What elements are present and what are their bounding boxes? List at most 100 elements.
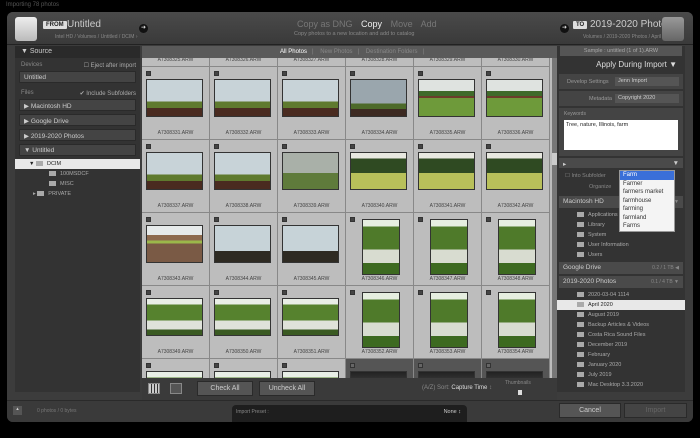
expand-button[interactable]: ▴ (13, 406, 22, 415)
photo-checkbox[interactable] (350, 363, 355, 368)
photo-checkbox[interactable] (350, 144, 355, 149)
folder-100msdcf[interactable]: 100MSDCF (15, 169, 140, 179)
photo-cell[interactable]: A7308328.ARW (346, 58, 414, 67)
photo-thumbnail[interactable] (350, 79, 407, 117)
dest-folder[interactable]: January 2020 (557, 360, 685, 370)
into-subfolder-checkbox[interactable]: ☐ Into Subfolder (565, 173, 606, 179)
destination-header[interactable]: ▸ ▼ (559, 158, 683, 168)
dest-folder[interactable]: Costa Rica Sound Files (557, 330, 685, 340)
photo-thumbnail[interactable] (214, 225, 271, 263)
photo-checkbox[interactable] (486, 71, 491, 76)
photo-cell[interactable]: A7308345.ARW (278, 213, 346, 286)
photo-checkbox[interactable] (350, 71, 355, 76)
grid-view-icon[interactable] (148, 383, 160, 394)
photo-checkbox[interactable] (282, 290, 287, 295)
keyword-suggestion[interactable]: Farm (620, 171, 674, 180)
photo-thumbnail[interactable] (418, 79, 475, 117)
photo-cell[interactable]: A7308348.ARW (482, 213, 550, 286)
photo-cell[interactable]: A7308342.ARW (482, 140, 550, 213)
photo-thumbnail[interactable] (146, 79, 203, 117)
photo-thumbnail[interactable] (146, 225, 203, 263)
dest-folder[interactable]: Mac Desktop 3.3.2020 (557, 380, 685, 390)
photo-checkbox[interactable] (282, 363, 287, 368)
keyword-suggestion[interactable]: Farms (620, 222, 674, 231)
photo-thumbnail[interactable] (282, 298, 339, 336)
photo-thumbnail[interactable] (430, 219, 468, 275)
tab-destination-folders[interactable]: Destination Folders (366, 49, 418, 55)
photo-cell[interactable]: A7308340.ARW (346, 140, 414, 213)
keyword-suggestion[interactable]: farming (620, 205, 674, 214)
photo-checkbox[interactable] (214, 71, 219, 76)
dest-folder[interactable]: Backup Articles & Videos (557, 320, 685, 330)
photo-cell[interactable]: A7308350.ARW (210, 286, 278, 359)
photo-checkbox[interactable] (486, 217, 491, 222)
photo-cell[interactable]: A7308343.ARW (142, 213, 210, 286)
volume-macintosh-hd[interactable]: ▶ Macintosh HD (19, 99, 136, 111)
photo-cell[interactable]: A7308349.ARW (142, 286, 210, 359)
dest-folder[interactable]: 2020-03-04 1114 (557, 290, 685, 300)
source-selector[interactable]: Untitled (67, 19, 101, 30)
photo-thumbnail[interactable] (282, 225, 339, 263)
folder-misc[interactable]: MISC (15, 179, 140, 189)
photo-cell[interactable]: A7308330.ARW (482, 58, 550, 67)
include-subfolders-checkbox[interactable]: ✔ Include Subfolders (80, 90, 136, 97)
photo-checkbox[interactable] (282, 217, 287, 222)
dest-folder[interactable]: April 2020 (557, 300, 685, 310)
photo-checkbox[interactable] (282, 71, 287, 76)
photo-thumbnail[interactable] (486, 79, 543, 117)
photo-checkbox[interactable] (350, 290, 355, 295)
dest-folder[interactable]: System (557, 230, 685, 240)
photo-cell[interactable]: A7308341.ARW (414, 140, 482, 213)
photo-cell[interactable]: A7308329.ARW (414, 58, 482, 67)
dest-folder[interactable]: December 2019 (557, 340, 685, 350)
mode-copy-dng[interactable]: Copy as DNG (297, 19, 353, 29)
photo-thumbnail[interactable] (486, 152, 543, 190)
photo-cell[interactable]: A7308352.ARW (346, 286, 414, 359)
volume-untitled[interactable]: ▼ Untitled (19, 144, 136, 156)
photo-cell[interactable]: A7308333.ARW (278, 67, 346, 140)
mode-copy[interactable]: Copy (361, 19, 382, 29)
photo-thumbnail[interactable] (498, 219, 536, 275)
destination-selector[interactable]: 2019-2020 Photos (590, 19, 672, 30)
photo-thumbnail[interactable] (214, 79, 271, 117)
photo-checkbox[interactable] (146, 144, 151, 149)
dest-volume-header[interactable]: Google Drive 0.2 / 1 TB ◀ (559, 262, 683, 274)
photo-checkbox[interactable] (282, 144, 287, 149)
keyword-suggestion[interactable]: farmland (620, 214, 674, 223)
import-preset-select[interactable]: None ↕ (444, 409, 461, 415)
photo-cell[interactable]: A7308325.ARW (142, 58, 210, 67)
uncheck-all-button[interactable]: Uncheck All (259, 381, 315, 396)
photo-checkbox[interactable] (146, 217, 151, 222)
eject-checkbox[interactable]: ☐ Eject after import (84, 62, 136, 69)
photo-thumbnail[interactable] (362, 292, 400, 348)
photo-thumbnail[interactable] (350, 152, 407, 190)
photo-checkbox[interactable] (146, 363, 151, 368)
photo-thumbnail[interactable] (146, 152, 203, 190)
photo-thumbnail[interactable] (498, 292, 536, 348)
cancel-button[interactable]: Cancel (559, 403, 621, 418)
device-untitled[interactable]: Untitled (19, 71, 136, 83)
photo-thumbnail[interactable] (146, 298, 203, 336)
develop-settings-select[interactable]: Jenn Import (615, 77, 679, 86)
photo-cell[interactable]: A7308334.ARW (346, 67, 414, 140)
folder-private[interactable]: ▸ PRIVATE (15, 189, 140, 199)
metadata-select[interactable]: Copyright 2020 (615, 94, 679, 103)
dest-folder[interactable]: User Information (557, 240, 685, 250)
source-panel-header[interactable]: ▼ Source (15, 46, 140, 58)
photo-checkbox[interactable] (486, 290, 491, 295)
photo-checkbox[interactable] (146, 290, 151, 295)
photo-cell[interactable]: A7308337.ARW (142, 140, 210, 213)
photo-checkbox[interactable] (418, 363, 423, 368)
photo-checkbox[interactable] (214, 290, 219, 295)
photo-cell[interactable]: A7308344.ARW (210, 213, 278, 286)
loupe-view-icon[interactable] (170, 383, 182, 394)
folder-dcim[interactable]: ▼ DCIM (15, 159, 140, 169)
sort-control[interactable]: (A/Z) Sort: Capture Time ↕ (422, 385, 492, 391)
photo-checkbox[interactable] (418, 144, 423, 149)
keyword-suggestion[interactable]: farmers market (620, 188, 674, 197)
photo-checkbox[interactable] (486, 363, 491, 368)
dest-folder[interactable]: Users (557, 250, 685, 260)
photo-cell[interactable]: A7308327.ARW (278, 58, 346, 67)
apply-during-import-header[interactable]: Apply During Import ▼ (557, 56, 685, 72)
photo-cell[interactable]: A7308336.ARW (482, 67, 550, 140)
